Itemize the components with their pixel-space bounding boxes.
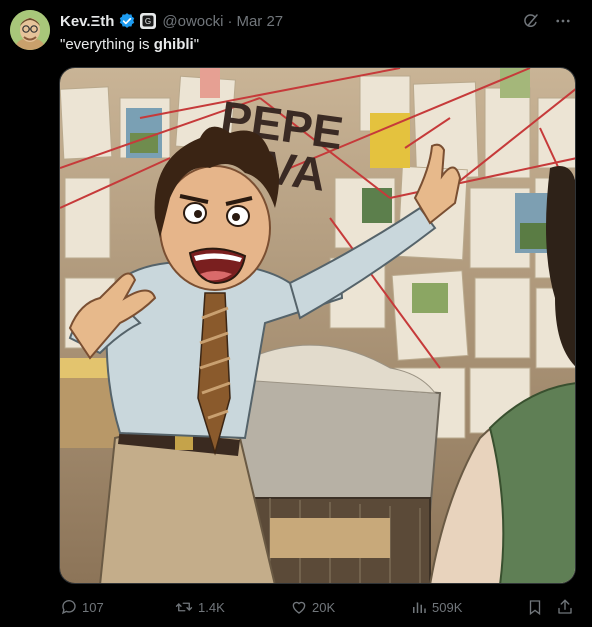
- tweet-header: Kev.Ξth G @owocki · Mar 27: [60, 11, 582, 31]
- bookmark-icon: [529, 600, 541, 616]
- tweet-text-emphasis: ghibli: [153, 36, 194, 53]
- tweet-image[interactable]: PEPE VA: [59, 67, 576, 584]
- repost-icon: [175, 602, 193, 612]
- author-display-name[interactable]: Kev.Ξth: [60, 13, 114, 30]
- verified-badge-icon: [118, 12, 136, 30]
- tweet-text-suffix: ": [193, 36, 200, 53]
- tweet-text: "everything is ghibli": [60, 36, 199, 53]
- svg-text:G: G: [145, 17, 151, 26]
- like-button[interactable]: 20K: [290, 596, 335, 618]
- grok-icon[interactable]: [522, 12, 540, 30]
- ghibli-illustration: PEPE VA: [60, 68, 575, 583]
- reply-count: 107: [82, 599, 104, 615]
- views-button[interactable]: 509K: [410, 596, 462, 618]
- header-actions: [522, 11, 572, 31]
- views-count: 509K: [432, 599, 463, 615]
- tweet-text-prefix: "everything is: [60, 36, 154, 53]
- more-icon[interactable]: [554, 12, 572, 30]
- share-icon: [558, 599, 572, 614]
- affiliate-badge-icon[interactable]: G: [140, 13, 157, 29]
- author-handle[interactable]: @owocki: [162, 13, 223, 30]
- author-avatar[interactable]: [10, 10, 50, 50]
- like-icon: [292, 601, 306, 614]
- bookmark-button[interactable]: [526, 596, 544, 618]
- repost-count: 1.4K: [198, 599, 225, 615]
- reply-button[interactable]: 107: [60, 596, 104, 618]
- like-count: 20K: [312, 599, 336, 615]
- separator-dot: ·: [227, 12, 233, 30]
- reply-icon: [61, 600, 76, 615]
- avatar-illustration: [10, 10, 50, 50]
- tweet-date[interactable]: Mar 27: [236, 13, 283, 30]
- views-icon: [413, 602, 426, 613]
- share-button[interactable]: [556, 596, 574, 618]
- repost-button[interactable]: 1.4K: [174, 596, 225, 618]
- tweet-actions: 107 1.4K 20K 509K: [60, 596, 576, 618]
